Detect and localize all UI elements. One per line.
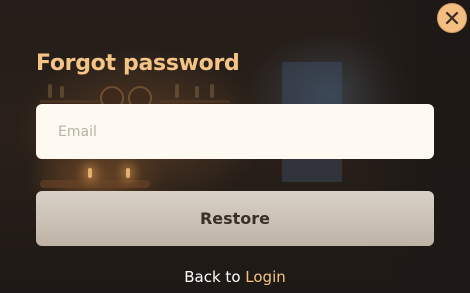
forgot-password-dialog: Forgot password Restore Back to Login — [0, 0, 470, 293]
email-input[interactable] — [36, 104, 434, 159]
close-button[interactable] — [437, 3, 467, 33]
restore-button[interactable]: Restore — [36, 191, 434, 246]
login-link[interactable]: Login — [245, 268, 285, 286]
close-icon — [445, 11, 459, 25]
dialog-title: Forgot password — [36, 51, 240, 76]
back-to-prefix: Back to — [184, 268, 241, 286]
back-to-login: Back to Login — [0, 268, 470, 286]
